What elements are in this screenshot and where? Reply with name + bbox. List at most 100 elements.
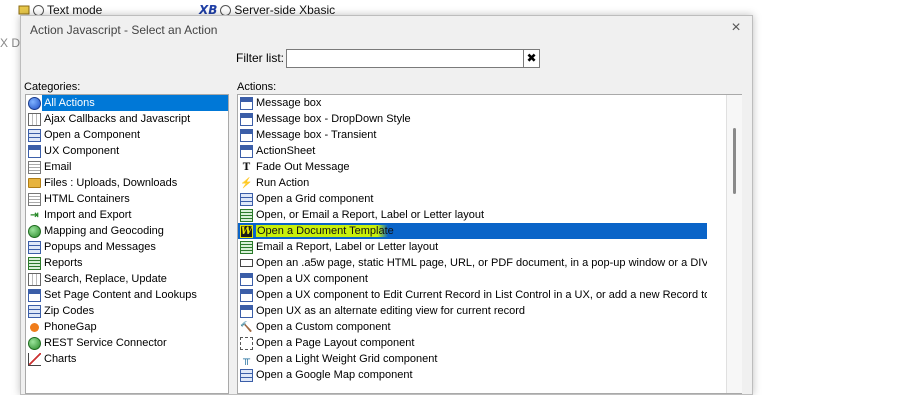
- window-icon: [28, 144, 41, 158]
- popup-icon: [28, 240, 41, 254]
- category-label: Search, Replace, Update: [44, 273, 167, 285]
- action-item[interactable]: Open a UX component: [238, 271, 707, 287]
- action-label: Open a Light Weight Grid component: [256, 353, 438, 365]
- category-item-import-export[interactable]: ⇥ Import and Export: [26, 207, 228, 223]
- rest-globe-icon: [28, 336, 41, 350]
- radio-circle[interactable]: [33, 4, 44, 16]
- window-icon: [240, 288, 253, 302]
- action-item[interactable]: Open a Google Map component: [238, 367, 707, 383]
- action-label: Message box: [256, 97, 322, 109]
- category-item-all-actions[interactable]: All Actions: [26, 95, 228, 111]
- actions-list[interactable]: Message box Message box - DropDown Style…: [237, 94, 742, 394]
- category-label: Zip Codes: [44, 305, 95, 317]
- action-item[interactable]: ⚡ Run Action: [238, 175, 707, 191]
- page-icon: [240, 259, 253, 267]
- category-item-reports[interactable]: Reports: [26, 255, 228, 271]
- category-label: Files : Uploads, Downloads: [44, 177, 178, 189]
- category-label: Email: [44, 161, 72, 173]
- category-item-charts[interactable]: Charts: [26, 351, 228, 367]
- category-label: REST Service Connector: [44, 337, 167, 349]
- action-label: Open a UX component to Edit Current Reco…: [256, 289, 707, 301]
- categories-list[interactable]: All Actions Ajax Callbacks and Javascrip…: [25, 94, 229, 394]
- category-label: Charts: [44, 353, 77, 365]
- action-item[interactable]: Open an .a5w page, static HTML page, URL…: [238, 255, 707, 271]
- message-box-icon: [240, 128, 253, 142]
- category-item-files[interactable]: Files : Uploads, Downloads: [26, 175, 228, 191]
- category-item-phonegap[interactable]: PhoneGap: [26, 319, 228, 335]
- action-label: Message box - Transient: [256, 129, 377, 141]
- action-item[interactable]: Message box - DropDown Style: [238, 111, 707, 127]
- search-replace-icon: [28, 272, 41, 286]
- dialog-title: Action Javascript - Select an Action: [30, 23, 218, 37]
- action-item[interactable]: T Fade Out Message: [238, 159, 707, 175]
- category-item-popups[interactable]: Popups and Messages: [26, 239, 228, 255]
- action-item[interactable]: Open a Page Layout component: [238, 335, 707, 351]
- category-label: HTML Containers: [44, 193, 130, 205]
- phonegap-icon: [30, 322, 39, 332]
- close-icon[interactable]: ×: [728, 20, 744, 36]
- category-item-mapping[interactable]: Mapping and Geocoding: [26, 223, 228, 239]
- email-icon: [28, 160, 41, 174]
- category-item-zip-codes[interactable]: Zip Codes: [26, 303, 228, 319]
- action-item[interactable]: Open a UX component to Edit Current Reco…: [238, 287, 707, 303]
- map-icon: [240, 368, 253, 382]
- action-label: Open a Custom component: [256, 321, 391, 333]
- actions-scrollbar[interactable]: [726, 95, 742, 393]
- action-item[interactable]: Message box: [238, 95, 707, 111]
- action-item[interactable]: Open, or Email a Report, Label or Letter…: [238, 207, 707, 223]
- category-label: All Actions: [42, 95, 228, 111]
- word-template-icon: W: [240, 224, 253, 238]
- categories-label: Categories:: [24, 81, 81, 93]
- category-item-search-replace[interactable]: Search, Replace, Update: [26, 271, 228, 287]
- map-globe-icon: [28, 224, 41, 238]
- action-label: Open an .a5w page, static HTML page, URL…: [256, 257, 707, 269]
- category-item-page-content[interactable]: Set Page Content and Lookups: [26, 287, 228, 303]
- background-close-glyph: X D: [0, 36, 21, 50]
- import-icon: ⇥: [30, 209, 39, 221]
- category-label: Reports: [44, 257, 83, 269]
- report-icon: [240, 208, 253, 222]
- globe-icon: [28, 96, 41, 110]
- action-label: Message box - DropDown Style: [256, 113, 411, 125]
- action-label: Open, or Email a Report, Label or Letter…: [256, 209, 485, 221]
- report-icon: [28, 256, 41, 270]
- action-item[interactable]: Open a Grid component: [238, 191, 707, 207]
- document-icon: [28, 192, 41, 206]
- action-label: Open a UX component: [256, 273, 368, 285]
- zip-icon: [28, 304, 41, 318]
- category-label: PhoneGap: [44, 321, 97, 333]
- category-item-ajax[interactable]: Ajax Callbacks and Javascript: [26, 111, 228, 127]
- action-label: Open a Document Template: [256, 225, 394, 237]
- category-item-open-component[interactable]: Open a Component: [26, 127, 228, 143]
- action-item[interactable]: Message box - Transient: [238, 127, 707, 143]
- action-item[interactable]: Email a Report, Label or Letter layout: [238, 239, 707, 255]
- action-item[interactable]: Open UX as an alternate editing view for…: [238, 303, 707, 319]
- lightning-icon: ⚡: [240, 177, 253, 189]
- radio-circle[interactable]: [220, 4, 232, 16]
- category-item-rest[interactable]: REST Service Connector: [26, 335, 228, 351]
- filter-input[interactable]: [286, 49, 524, 68]
- folder-icon: [28, 178, 41, 188]
- action-label: Open UX as an alternate editing view for…: [256, 305, 526, 317]
- category-item-email[interactable]: Email: [26, 159, 228, 175]
- action-label: Fade Out Message: [256, 161, 350, 173]
- category-item-html-containers[interactable]: HTML Containers: [26, 191, 228, 207]
- action-item[interactable]: ActionSheet: [238, 143, 707, 159]
- tool-icon: 🔨: [240, 321, 253, 333]
- category-label: UX Component: [44, 145, 120, 157]
- action-item[interactable]: ╥ Open a Light Weight Grid component: [238, 351, 707, 367]
- action-label: Email a Report, Label or Letter layout: [256, 241, 439, 253]
- category-label: Import and Export: [44, 209, 132, 221]
- grid-icon: [28, 128, 41, 142]
- scrollbar-thumb[interactable]: [733, 128, 736, 194]
- action-item-selected[interactable]: W Open a Document Template: [238, 223, 707, 239]
- category-label: Popups and Messages: [44, 241, 156, 253]
- message-box-icon: [240, 112, 253, 126]
- page-content-icon: [28, 288, 41, 302]
- category-item-ux-component[interactable]: UX Component: [26, 143, 228, 159]
- action-item[interactable]: 🔨 Open a Custom component: [238, 319, 707, 335]
- action-label: Open a Grid component: [256, 193, 374, 205]
- ajax-icon: [28, 112, 41, 126]
- clear-filter-icon[interactable]: ✖: [523, 49, 540, 68]
- window-icon: [240, 272, 253, 286]
